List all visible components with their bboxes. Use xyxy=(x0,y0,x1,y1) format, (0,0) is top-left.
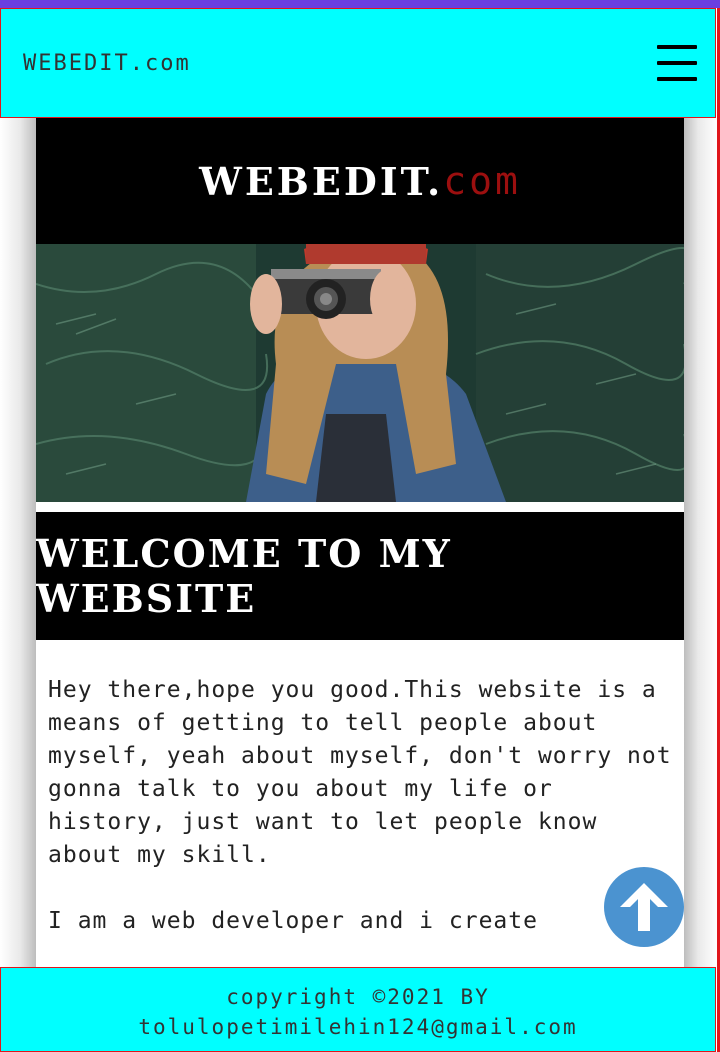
hero-image xyxy=(36,244,684,502)
nav-brand[interactable]: WEBEDIT.com xyxy=(23,51,191,76)
hamburger-menu-icon[interactable] xyxy=(657,45,697,81)
intro-text: Hey there,hope you good.This website is … xyxy=(36,640,684,938)
welcome-heading: WELCOME TO MY WEBSITE xyxy=(36,512,684,640)
footer: copyright ©2021 BY tolulopetimilehin124@… xyxy=(0,967,716,1052)
menu-bar xyxy=(657,77,697,81)
site-title-accent: com xyxy=(443,159,521,203)
site-title-banner: WEBEDIT. com xyxy=(36,118,684,244)
top-strip xyxy=(0,0,720,8)
site-title-main: WEBEDIT. xyxy=(199,158,444,204)
intro-paragraph: I am a web developer and i create xyxy=(48,908,538,934)
menu-bar xyxy=(657,61,697,65)
copyright-text: copyright ©2021 BY xyxy=(226,985,490,1009)
scroll-to-top-button[interactable] xyxy=(604,867,684,947)
footer-email[interactable]: tolulopetimilehin124@gmail.com xyxy=(1,1012,715,1042)
image-divider xyxy=(36,502,684,512)
menu-bar xyxy=(657,45,697,49)
content-shadow-right xyxy=(684,118,717,970)
woman-with-camera-photo xyxy=(36,244,684,502)
content-shadow-left xyxy=(0,118,36,970)
arrow-up-icon xyxy=(620,883,668,931)
intro-paragraph: Hey there,hope you good.This website is … xyxy=(48,677,672,868)
navbar: WEBEDIT.com xyxy=(0,8,716,118)
main-content: WEBEDIT. com WELCOME TO MY WEBSITE Hey t… xyxy=(36,118,684,970)
